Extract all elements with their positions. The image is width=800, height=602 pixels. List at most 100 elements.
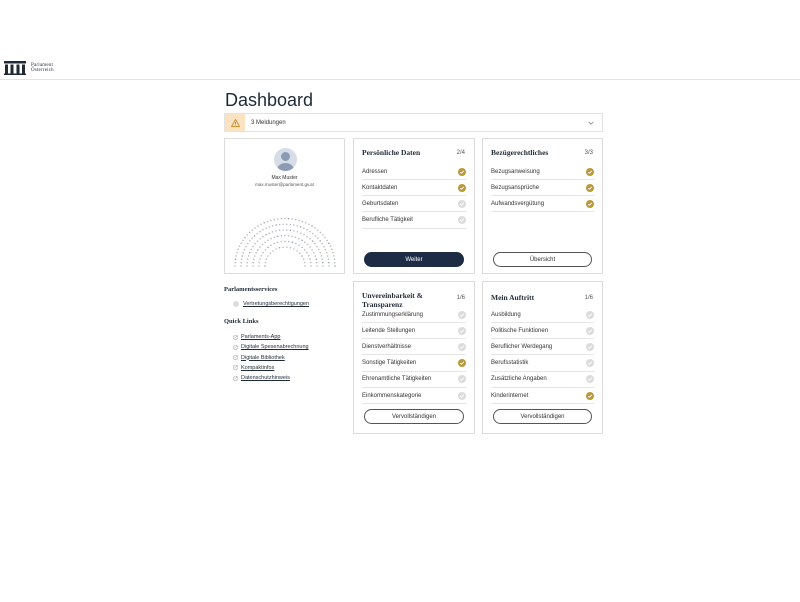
seat-dot [248, 231, 251, 234]
checklist-item-label: Kinderinternet [491, 392, 529, 399]
warning-icon [230, 118, 240, 127]
seat-dot [284, 240, 286, 243]
external-link-icon [233, 376, 238, 381]
avatar [274, 148, 297, 171]
seat-dot [298, 244, 300, 246]
checklist-item[interactable]: Politische Funktionen [491, 323, 594, 340]
checklist-item[interactable]: Sonstige Tätigkeiten [362, 356, 466, 372]
progress-count: 3/3 [584, 150, 593, 156]
seat-dot [307, 254, 310, 257]
logo-text: Parlament Österreich [31, 63, 54, 74]
check-complete-icon [458, 359, 466, 368]
check-pending-icon [458, 199, 466, 208]
seat-dot [326, 239, 328, 242]
seat-dot [234, 258, 237, 260]
chevron-down-icon[interactable] [587, 119, 595, 127]
seat-dot [309, 246, 311, 248]
checklist-item[interactable]: Berufliche Tätigkeit [362, 213, 466, 229]
checklist-item-label: Berufliche Tätigkeit [362, 217, 413, 224]
seat-dot [319, 251, 322, 254]
seat-dot [262, 251, 264, 254]
checklist-item-label: Zusätzliche Angaben [491, 376, 547, 383]
external-link-icon [233, 365, 238, 370]
seat-dot [287, 217, 290, 220]
seat-dot [316, 265, 318, 267]
checklist-item[interactable]: Kinderinternet [491, 388, 594, 404]
progress-count: 1/6 [456, 295, 465, 301]
seat-dot [322, 234, 324, 236]
seat-dot [247, 255, 250, 257]
checklist-item[interactable]: Adressen [362, 164, 466, 180]
checklist-item[interactable]: Berufsstatistik [491, 356, 594, 372]
checklist-item[interactable]: Ausbildung [491, 307, 594, 323]
seat-dot [286, 229, 288, 231]
seat-dot [245, 245, 247, 248]
seat-dot [249, 240, 251, 242]
checklist-item[interactable]: Geburtsdaten [362, 196, 466, 213]
personal-data-card: Persönliche Daten 2/4 Adressen Kontaktdat… [353, 138, 475, 274]
seat-dot [264, 265, 266, 267]
quick-link[interactable]: Kompaktinfos [233, 365, 274, 371]
checklist-item[interactable]: Beruflicher Werdegang [491, 339, 594, 356]
seat-dot [317, 237, 319, 240]
quick-link[interactable]: Parlaments-App [233, 334, 280, 340]
quick-link[interactable]: Digitale Spesenabrechnung [233, 344, 309, 350]
seat-dot [267, 246, 269, 249]
seat-dot [329, 245, 332, 248]
seat-dot [298, 237, 300, 240]
seat-dot [310, 265, 312, 267]
quick-link-label[interactable]: Digitale Bibliothek [241, 355, 285, 361]
check-pending-icon [458, 375, 466, 384]
seat-dot [301, 239, 303, 242]
service-link-representation[interactable]: Vertretungsberechtigungen [233, 301, 309, 307]
seat-dot [303, 249, 306, 251]
checklist-item[interactable]: Bezugsanweisung [491, 164, 594, 180]
notifications-bar[interactable]: 3 Meldungen [224, 113, 603, 132]
seat-dot [272, 225, 274, 227]
seat-dot [254, 227, 256, 229]
checklist-item[interactable]: Zusätzliche Angaben [491, 372, 594, 388]
checklist-item-label: Bezugsansprüche [491, 184, 540, 191]
seat-dot [256, 240, 259, 242]
checklist-item[interactable]: Dienstverhältnisse [362, 339, 466, 356]
seat-dot [301, 220, 304, 223]
seat-dot [268, 226, 271, 228]
quick-link[interactable]: Datenschutzhinweis [233, 375, 290, 381]
profile-email: max.muster@parlament.gv.at [255, 182, 314, 187]
check-pending-icon [586, 375, 594, 384]
checklist-item[interactable]: Aufwandsvergütung [491, 196, 594, 213]
seat-dot [319, 240, 321, 242]
checklist-item[interactable]: Ehrenamtliche Tätigkeiten [362, 372, 466, 388]
seat-dot [311, 249, 313, 251]
seat-dot [322, 261, 324, 264]
checklist-item[interactable]: Leitende Stellungen [362, 323, 466, 340]
checklist-item-label: Kontaktdaten [362, 184, 398, 191]
quick-link-label[interactable]: Kompaktinfos [241, 365, 274, 371]
representation-link[interactable]: Vertretungsberechtigungen [243, 301, 309, 307]
quick-link-label[interactable]: Parlaments-App [241, 334, 280, 340]
seat-dot [280, 240, 283, 243]
seat-dot [266, 220, 269, 223]
seat-dot [311, 225, 313, 227]
parliament-logo[interactable]: Parlament Österreich [4, 61, 54, 75]
checklist-item-label: Zustimmungserklärung [362, 311, 424, 318]
seat-dot [248, 251, 251, 254]
checklist-item[interactable]: Zustimmungserklärung [362, 307, 466, 323]
complete-button[interactable]: Vervollständigen [364, 409, 464, 424]
checklist-item-label: Einkommenskategorie [362, 392, 422, 399]
complete-button[interactable]: Vervollständigen [493, 409, 592, 424]
checklist-item[interactable]: Einkommenskategorie [362, 388, 466, 404]
quick-link[interactable]: Digitale Bibliothek [233, 355, 285, 361]
progress-count: 2/4 [456, 150, 465, 156]
quick-link-label[interactable]: Digitale Spesenabrechnung [241, 344, 309, 350]
seat-dot [312, 232, 314, 235]
quick-link-label[interactable]: Datenschutzhinweis [241, 375, 290, 381]
overview-button[interactable]: Übersicht [493, 252, 592, 267]
seat-dot [315, 258, 317, 260]
notifications-count: 3 Meldungen [251, 119, 286, 126]
checklist-item[interactable]: Kontaktdaten [362, 180, 466, 197]
seat-dot [250, 248, 252, 251]
checklist-item[interactable]: Bezugsansprüche [491, 180, 594, 197]
continue-button[interactable]: Weiter [364, 252, 464, 267]
seat-dot [316, 261, 318, 264]
